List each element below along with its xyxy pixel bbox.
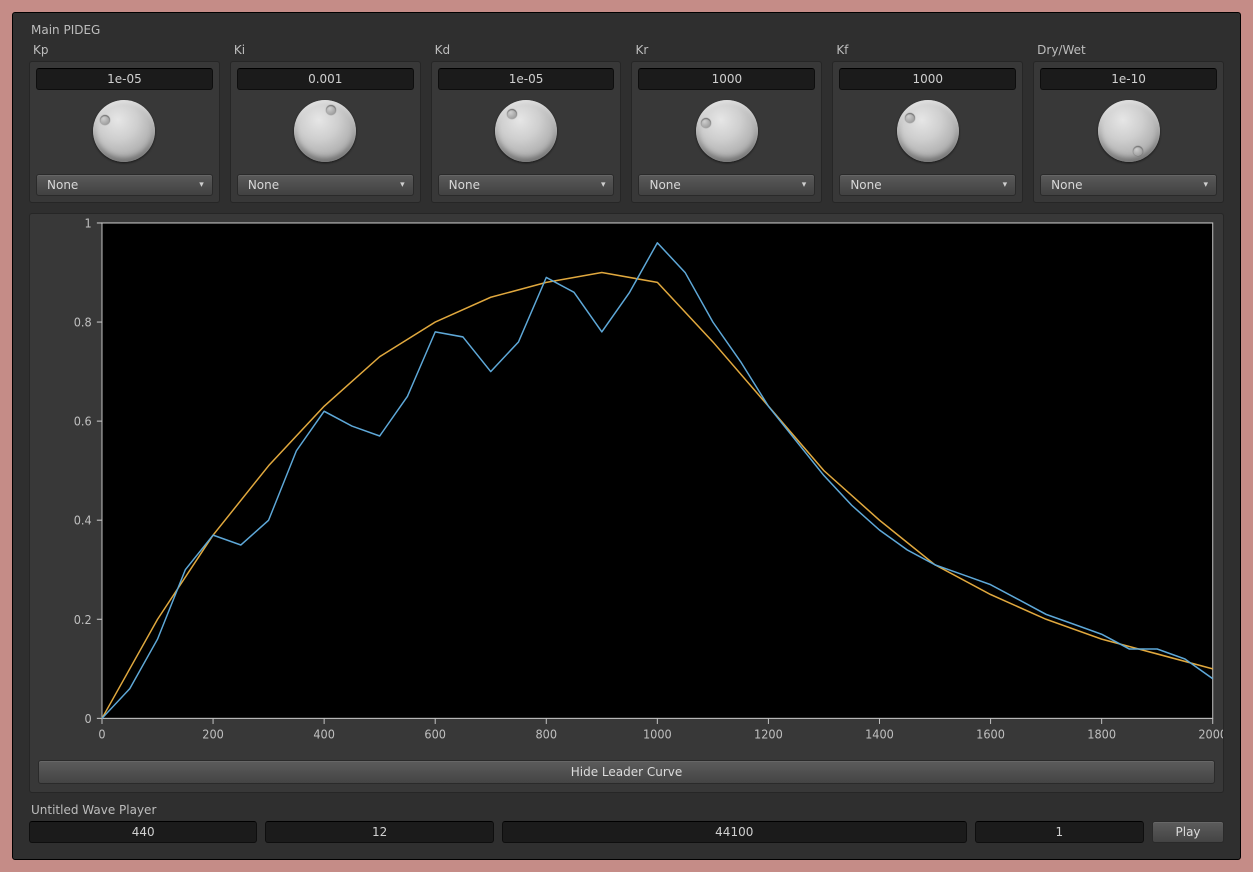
wave-freq-field[interactable]: 440 [29,821,257,843]
wave-player-row: 440 12 44100 1 Play [29,821,1224,843]
svg-text:800: 800 [535,727,557,742]
knob-cell-kp: Kp 1e-05 None ▾ [29,43,220,203]
svg-text:400: 400 [313,727,335,742]
knob-box: 0.001 None ▾ [230,61,421,203]
select-value: None [850,178,881,192]
panel-title: Main PIDEG [29,23,1224,37]
knob-dial-wrap [1040,100,1217,162]
knob-label: Kf [832,43,1023,57]
chevron-down-icon: ▾ [400,180,405,190]
knob-dial-wrap [438,100,615,162]
wave-duration-field[interactable]: 12 [265,821,493,843]
knob-box: 1e-10 None ▾ [1033,61,1224,203]
knob-cell-dry-wet: Dry/Wet 1e-10 None ▾ [1033,43,1224,203]
knob-box: 1000 None ▾ [832,61,1023,203]
svg-text:1: 1 [85,216,92,231]
knob-indicator-dot [1133,146,1143,156]
knob-label: Ki [230,43,421,57]
knob-cell-ki: Ki 0.001 None ▾ [230,43,421,203]
knob-cell-kd: Kd 1e-05 None ▾ [431,43,622,203]
envelope-chart: 0 0.2 0.4 0.6 0.8 1 0 200 400 600 800 1000 1200 1400 1… [30,214,1223,752]
chevron-down-icon: ▾ [802,180,807,190]
wave-samplerate-field[interactable]: 44100 [502,821,967,843]
knob-box: 1000 None ▾ [631,61,822,203]
knob-dial-wrap [237,100,414,162]
knob-mod-source-select[interactable]: None ▾ [36,174,213,196]
app-window: Main PIDEG Kp 1e-05 None ▾ Ki 0.001 None ▾ Kd 1e-… [12,12,1241,860]
svg-text:1600: 1600 [976,727,1005,742]
chevron-down-icon: ▾ [601,180,606,190]
knob-dial[interactable] [93,100,155,162]
knob-dial[interactable] [495,100,557,162]
select-value: None [449,178,480,192]
knob-mod-source-select[interactable]: None ▾ [839,174,1016,196]
svg-text:600: 600 [424,727,446,742]
svg-text:0.4: 0.4 [74,513,92,528]
knob-dial[interactable] [897,100,959,162]
knob-dial-wrap [839,100,1016,162]
knob-value-field[interactable]: 1e-05 [438,68,615,90]
chart-panel: 0 0.2 0.4 0.6 0.8 1 0 200 400 600 800 1000 1200 1400 1… [29,213,1224,793]
knob-mod-source-select[interactable]: None ▾ [1040,174,1217,196]
svg-text:1400: 1400 [865,727,894,742]
knob-indicator-dot [905,113,915,123]
svg-text:0.8: 0.8 [74,315,92,330]
knob-dial-wrap [36,100,213,162]
svg-text:0.2: 0.2 [74,612,92,627]
knob-mod-source-select[interactable]: None ▾ [237,174,414,196]
chevron-down-icon: ▾ [1203,180,1208,190]
chevron-down-icon: ▾ [199,180,204,190]
svg-text:0: 0 [98,727,105,742]
knob-value-field[interactable]: 1000 [638,68,815,90]
knob-box: 1e-05 None ▾ [29,61,220,203]
knob-value-field[interactable]: 0.001 [237,68,414,90]
chevron-down-icon: ▾ [1003,180,1008,190]
select-value: None [47,178,78,192]
svg-text:200: 200 [202,727,224,742]
knob-mod-source-select[interactable]: None ▾ [438,174,615,196]
knob-cell-kf: Kf 1000 None ▾ [832,43,1023,203]
knob-label: Kp [29,43,220,57]
knob-indicator-dot [701,118,711,128]
wave-gain-field[interactable]: 1 [975,821,1144,843]
knob-box: 1e-05 None ▾ [431,61,622,203]
knob-label: Kr [631,43,822,57]
knob-indicator-dot [507,109,517,119]
chart-area: 0 0.2 0.4 0.6 0.8 1 0 200 400 600 800 1000 1200 1400 1… [30,214,1223,752]
play-button[interactable]: Play [1152,821,1224,843]
knob-mod-source-select[interactable]: None ▾ [638,174,815,196]
knob-dial[interactable] [1098,100,1160,162]
select-value: None [649,178,680,192]
svg-text:2000: 2000 [1198,727,1223,742]
knob-dial[interactable] [294,100,356,162]
wave-player-title: Untitled Wave Player [31,803,1224,817]
knob-indicator-dot [326,105,336,115]
knob-value-field[interactable]: 1e-05 [36,68,213,90]
knob-cell-kr: Kr 1000 None ▾ [631,43,822,203]
hide-leader-button[interactable]: Hide Leader Curve [38,760,1215,784]
knob-label: Kd [431,43,622,57]
svg-text:1800: 1800 [1087,727,1116,742]
knob-dial[interactable] [696,100,758,162]
knob-value-field[interactable]: 1000 [839,68,1016,90]
knob-dial-wrap [638,100,815,162]
select-value: None [248,178,279,192]
knob-indicator-dot [100,115,110,125]
knob-label: Dry/Wet [1033,43,1224,57]
svg-text:0: 0 [85,711,92,726]
knob-row: Kp 1e-05 None ▾ Ki 0.001 None ▾ Kd 1e-05 None ▾ Kr 10… [29,43,1224,203]
knob-value-field[interactable]: 1e-10 [1040,68,1217,90]
svg-text:1200: 1200 [754,727,783,742]
select-value: None [1051,178,1082,192]
svg-text:1000: 1000 [643,727,672,742]
svg-text:0.6: 0.6 [74,414,92,429]
